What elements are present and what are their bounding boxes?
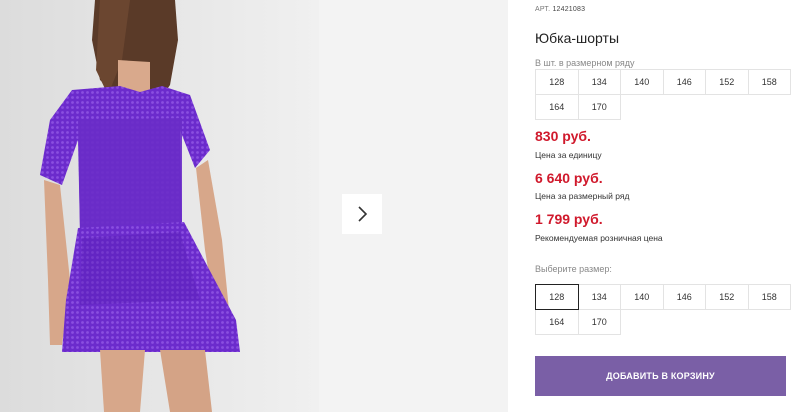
size-option[interactable]: 158 [747,284,791,310]
chevron-right-icon [358,206,368,222]
size-option-selected[interactable]: 128 [535,284,579,310]
size-row-cell: 158 [747,69,791,95]
size-row-cell: 146 [662,69,706,95]
product-title: Юбка-шорты [535,30,620,46]
size-row-cell: 164 [535,94,579,120]
product-photo[interactable] [0,0,319,412]
size-option[interactable]: 152 [705,284,749,310]
size-option[interactable]: 134 [577,284,621,310]
article-value: 12421083 [552,6,586,13]
product-photo-image [0,0,319,412]
size-option[interactable]: 170 [577,309,621,335]
article-prefix: АРТ. [535,6,551,13]
unit-price: 830 руб. [535,128,591,144]
size-row-grid: 128 134 140 146 152 158 164 170 [535,69,791,120]
size-option[interactable]: 146 [662,284,706,310]
size-row-cell: 170 [577,94,621,120]
size-row-cell: 140 [620,69,664,95]
retail-price-label: Рекомендуемая розничная цена [535,233,663,243]
size-row-cell: 152 [705,69,749,95]
size-select-grid: 128 134 140 146 152 158 164 170 [535,284,791,335]
unit-price-label: Цена за единицу [535,150,602,160]
size-option[interactable]: 164 [535,309,579,335]
article-number: АРТ. 12421083 [535,6,585,13]
size-row-cell: 128 [535,69,579,95]
size-select-label: Выберите размер: [535,264,612,274]
gallery-next-button[interactable] [342,194,382,234]
size-row-label: В шт. в размерном ряду [535,58,635,68]
row-price: 6 640 руб. [535,170,603,186]
retail-price: 1 799 руб. [535,211,603,227]
size-row-cell: 134 [577,69,621,95]
size-option[interactable]: 140 [620,284,664,310]
product-gallery [0,0,508,412]
add-to-cart-button[interactable]: ДОБАВИТЬ В КОРЗИНУ [535,356,786,396]
row-price-label: Цена за размерный ряд [535,191,630,201]
